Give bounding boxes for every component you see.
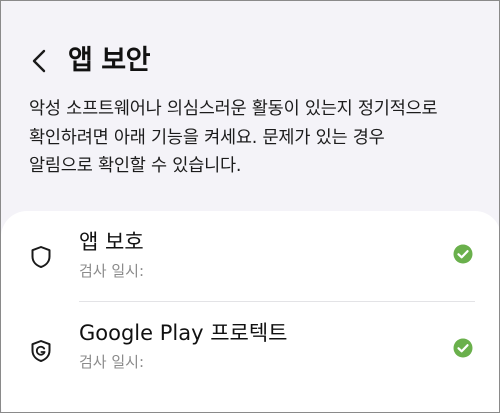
check-circle-icon: [453, 338, 473, 358]
page-title: 앱 보안: [68, 45, 150, 76]
back-button[interactable]: [25, 43, 57, 79]
description-line: 확인하려면 아래 기능을 켜세요. 문제가 있는 경우: [29, 127, 385, 148]
shield-icon: [31, 246, 51, 268]
item-label: 앱 보호: [79, 230, 144, 254]
description-line: 알림으로 확인할 수 있습니다.: [29, 156, 242, 176]
scan-time-label: 검사 일시:: [79, 262, 145, 280]
google-play-protect-icon: [31, 340, 51, 362]
scan-time-label: 검사 일시:: [79, 353, 145, 371]
description-line: 악성 소프트웨어나 의심스러운 활동이 있는지 정기적으로: [29, 99, 438, 119]
description: 악성 소프트웨어나 의심스러운 활동이 있는지 정기적으로 확인하려면 아래 기…: [29, 95, 479, 181]
header: 앱 보안: [1, 37, 499, 85]
item-label: Google Play 프로텍트: [79, 321, 288, 345]
check-circle-icon: [453, 244, 473, 264]
chevron-left-icon: [32, 49, 46, 73]
security-settings-card: 앱 보호 검사 일시: Google Play 프로텍트 검사 일시:: [1, 211, 499, 412]
google-play-protect-item[interactable]: Google Play 프로텍트 검사 일시:: [1, 302, 499, 392]
app-security-screen: 앱 보안 악성 소프트웨어나 의심스러운 활동이 있는지 정기적으로 확인하려면…: [0, 0, 500, 413]
app-protection-item[interactable]: 앱 보호 검사 일시:: [1, 211, 499, 301]
